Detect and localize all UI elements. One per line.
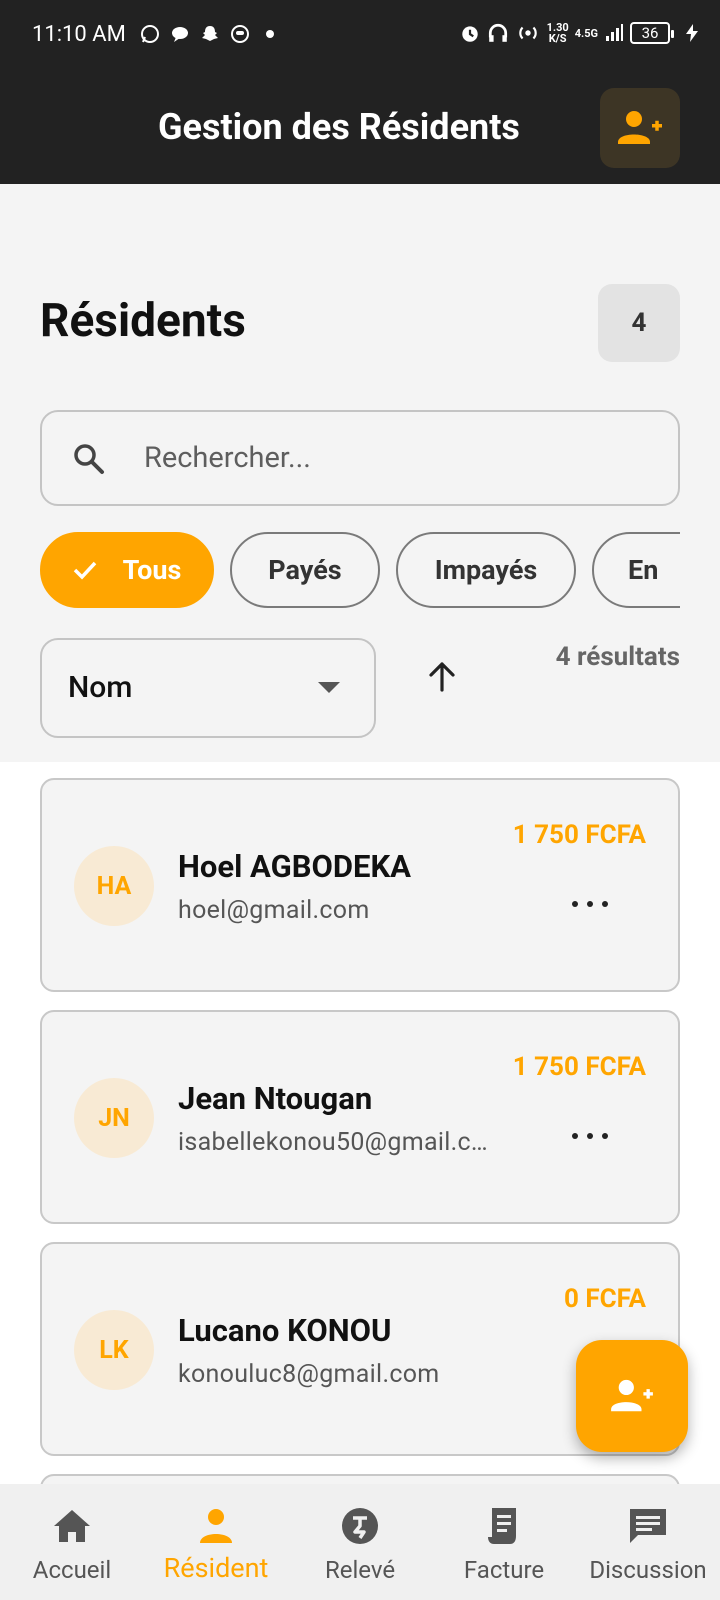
- system-icons: 1.30 K/S 4.5G 36: [459, 22, 702, 44]
- results-count: 4 résultats: [555, 642, 680, 672]
- resident-amount: 1 750 FCFA: [512, 1052, 646, 1082]
- app-notification-icon: [231, 25, 249, 43]
- page-title: Résidents: [40, 294, 246, 348]
- status-bar: 11:10 AM 1.30 K/S 4.5G 36: [0, 0, 720, 72]
- filter-chip-label: Impayés: [434, 554, 538, 586]
- resident-name: Lucano KONOU: [178, 1312, 392, 1349]
- search-input[interactable]: [144, 414, 644, 502]
- charging-icon: [686, 24, 698, 42]
- hotspot-icon: [518, 26, 537, 40]
- resident-amount: 1 750 FCFA: [512, 820, 646, 850]
- chat-bubble-icon: [172, 27, 188, 42]
- add-resident-button[interactable]: [600, 88, 680, 168]
- network-type: 4.5G: [574, 26, 598, 40]
- add-person-icon: [618, 111, 662, 144]
- filter-chip-label: Payés: [268, 554, 342, 586]
- headphones-icon: [488, 24, 507, 42]
- sort-direction-button[interactable]: [418, 652, 466, 700]
- filter-chip-impayes[interactable]: Impayés: [396, 532, 576, 608]
- check-icon: [73, 561, 96, 580]
- receipt-icon: [482, 1504, 526, 1548]
- avatar: HA: [74, 846, 154, 926]
- status-time: 11:10 AM: [32, 22, 126, 47]
- notification-icons: [140, 24, 274, 44]
- search-icon: [74, 444, 104, 474]
- nav-label: Accueil: [32, 1556, 112, 1584]
- avatar: LK: [74, 1310, 154, 1390]
- nav-item-resident[interactable]: Résident: [144, 1484, 288, 1600]
- nav-label: Facture: [463, 1556, 545, 1584]
- filter-chip-label: Tous: [122, 554, 182, 586]
- person-icon: [194, 1504, 238, 1548]
- resident-card[interactable]: HA Hoel AGBODEKA hoel@gmail.com 1 750 FC…: [40, 778, 680, 992]
- more-options-icon[interactable]: [572, 894, 608, 914]
- resident-name: Hoel AGBODEKA: [178, 848, 412, 885]
- nav-label: Relevé: [324, 1556, 396, 1584]
- resident-email: hoel@gmail.com: [178, 896, 370, 925]
- search-bar[interactable]: [40, 410, 680, 506]
- bottom-navigation: Accueil Résident Relevé Facture Discussi…: [0, 1484, 720, 1600]
- dropdown-caret-icon: [318, 682, 340, 693]
- meter-icon: [338, 1504, 382, 1548]
- add-person-icon: [611, 1379, 653, 1412]
- filter-chip-tous[interactable]: Tous: [40, 532, 214, 608]
- app-bar-title: Gestion des Résidents: [158, 106, 520, 148]
- nav-item-releve[interactable]: Relevé: [288, 1484, 432, 1600]
- more-options-icon[interactable]: [572, 1126, 608, 1146]
- residents-header-section: Résidents 4 Tous Payés Impayés En Nom 4 …: [0, 184, 720, 762]
- battery-indicator: 36: [630, 22, 674, 44]
- resident-email: konouluc8@gmail.com: [178, 1360, 440, 1389]
- avatar: JN: [74, 1078, 154, 1158]
- sort-selected-value: Nom: [68, 670, 133, 705]
- resident-amount: 0 FCFA: [563, 1284, 646, 1314]
- snapchat-icon: [202, 26, 218, 41]
- chat-icon: [626, 1504, 670, 1548]
- filter-chip-en[interactable]: En: [592, 532, 680, 608]
- nav-item-facture[interactable]: Facture: [432, 1484, 576, 1600]
- resident-card[interactable]: JN Jean Ntougan isabellekonou50@gmail.co…: [40, 1010, 680, 1224]
- more-notifications-dot: [266, 30, 274, 38]
- signal-icon: [606, 24, 623, 41]
- nav-label: Résident: [163, 1552, 269, 1584]
- resident-name: Jean Ntougan: [178, 1080, 373, 1117]
- add-resident-fab[interactable]: [576, 1340, 688, 1452]
- arrow-up-icon: [429, 662, 455, 692]
- resident-email: isabellekonou50@gmail.com: [178, 1128, 498, 1157]
- alarm-icon: [461, 26, 478, 42]
- filter-chip-label: En: [628, 554, 659, 586]
- sort-dropdown[interactable]: Nom: [40, 638, 376, 738]
- nav-label: Discussion: [589, 1556, 707, 1584]
- nav-item-discussion[interactable]: Discussion: [576, 1484, 720, 1600]
- nav-item-accueil[interactable]: Accueil: [0, 1484, 144, 1600]
- home-icon: [50, 1504, 94, 1548]
- filter-chips: Tous Payés Impayés En: [40, 532, 680, 610]
- filter-chip-payes[interactable]: Payés: [230, 532, 380, 608]
- whatsapp-icon: [141, 25, 159, 43]
- network-speed: 1.30 K/S: [546, 21, 569, 45]
- residents-count-badge: 4: [598, 284, 680, 362]
